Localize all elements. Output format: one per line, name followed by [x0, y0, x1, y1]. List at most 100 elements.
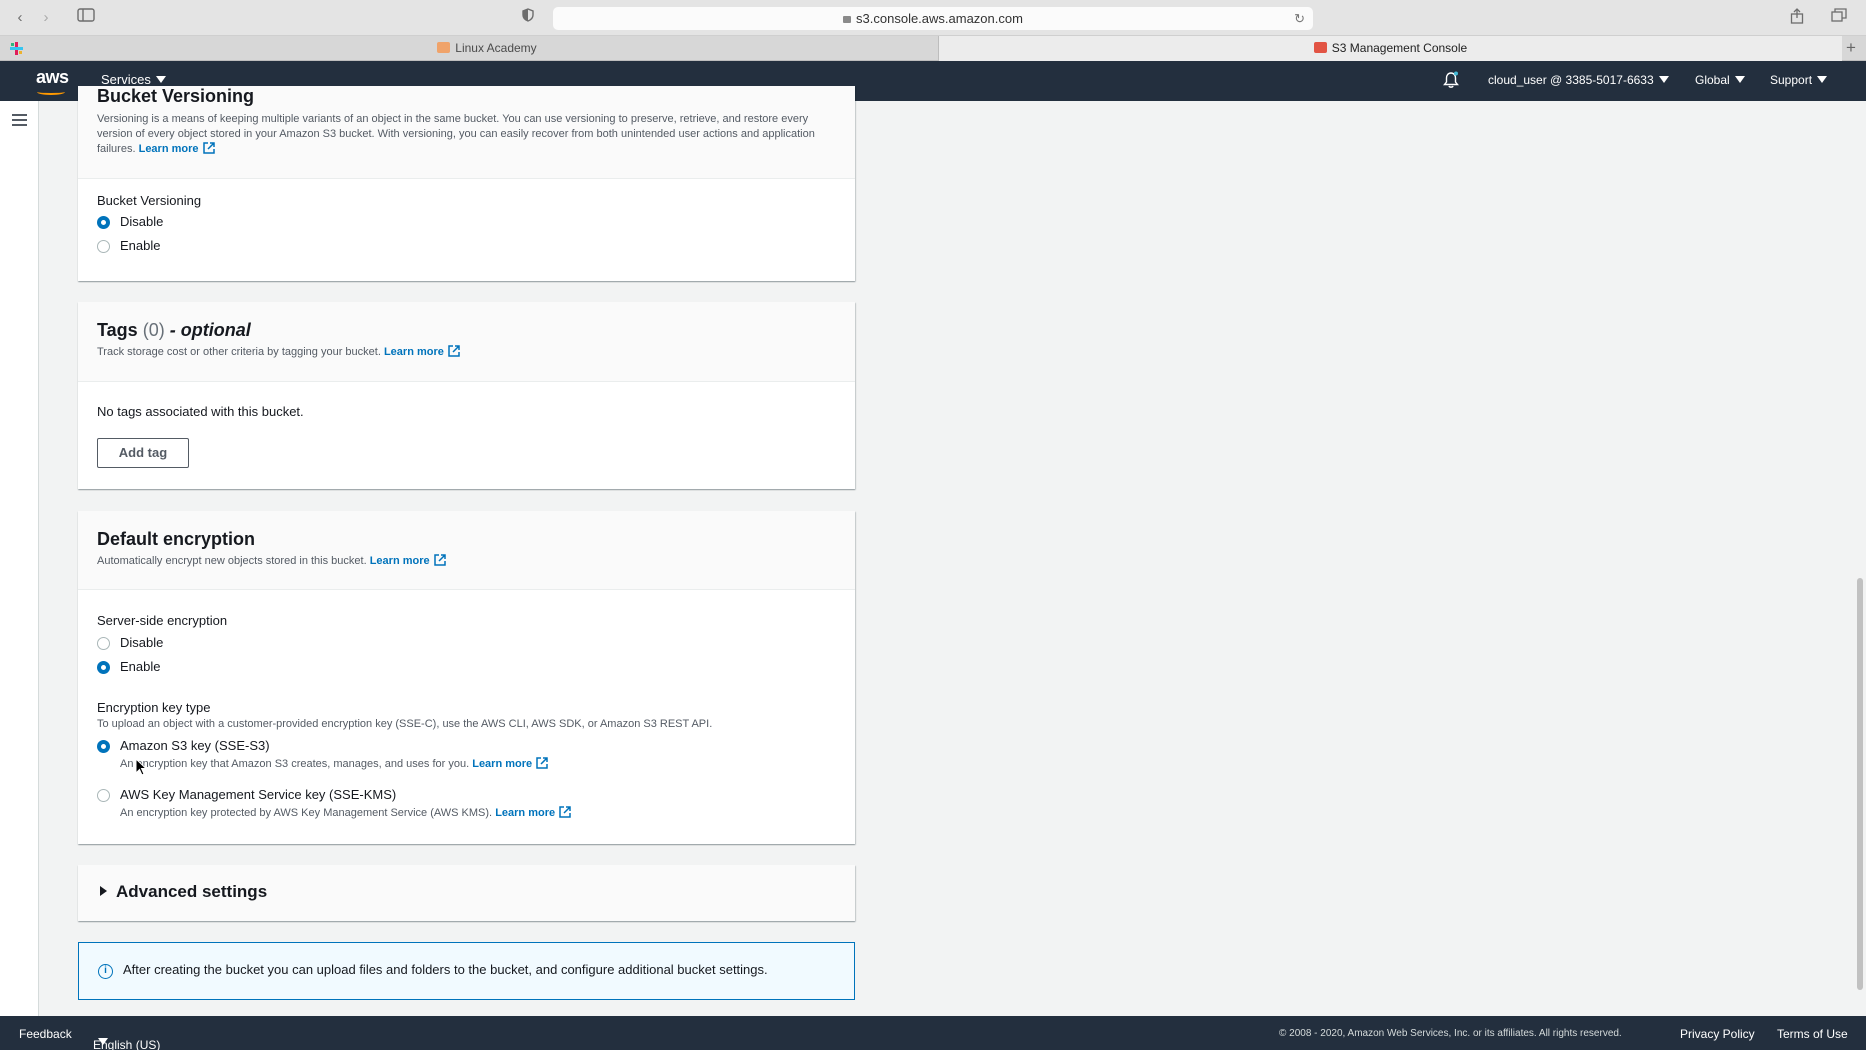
- slack-icon: [10, 42, 23, 55]
- external-link-icon[interactable]: [536, 757, 548, 769]
- panel-body: No tags associated with this bucket. Add…: [78, 382, 855, 489]
- section-description: Track storage cost or other criteria by …: [97, 345, 460, 360]
- radio-button[interactable]: [97, 240, 110, 253]
- panel-body: Bucket Versioning Disable Enable: [78, 179, 855, 281]
- learn-more-link[interactable]: Learn more: [472, 758, 532, 770]
- section-title: Default encryption: [97, 529, 256, 549]
- services-label: Services: [101, 72, 151, 87]
- tabs-overview-icon[interactable]: [1830, 8, 1848, 28]
- url-text: s3.console.aws.amazon.com: [856, 11, 1023, 26]
- left-rail: [0, 101, 39, 1016]
- privacy-policy-link[interactable]: Privacy Policy: [1680, 1027, 1755, 1041]
- external-link-icon[interactable]: [448, 345, 460, 357]
- account-menu[interactable]: cloud_user @ 3385-5017-6633: [1488, 73, 1669, 87]
- tab-label: S3 Management Console: [1331, 41, 1468, 55]
- advanced-settings-panel[interactable]: Advanced settings: [78, 865, 855, 921]
- tab-s3-console[interactable]: S3 Management Console: [939, 36, 1842, 61]
- option-label: AWS Key Management Service key (SSE-KMS): [120, 787, 397, 802]
- radio-button[interactable]: [97, 216, 110, 229]
- radio-button[interactable]: [97, 637, 110, 650]
- url-bar[interactable]: s3.console.aws.amazon.com ↻: [553, 7, 1313, 30]
- region-menu[interactable]: Global: [1695, 73, 1745, 87]
- share-icon[interactable]: [1788, 8, 1806, 28]
- optional-label: - optional: [169, 320, 251, 340]
- sse-field-label: Server-side encryption: [97, 613, 228, 628]
- aws-logo[interactable]: aws: [36, 67, 69, 95]
- key-type-label: Encryption key type: [97, 700, 211, 715]
- sse-kms-description: An encryption key protected by AWS Key M…: [120, 806, 571, 821]
- caret-right-icon[interactable]: [100, 886, 107, 896]
- tab-linux-academy[interactable]: Linux Academy: [36, 36, 939, 61]
- bell-icon[interactable]: [1443, 71, 1459, 89]
- option-label: Amazon S3 key (SSE-S3): [120, 738, 270, 753]
- versioning-field-label: Bucket Versioning: [97, 193, 202, 208]
- external-link-icon[interactable]: [433, 554, 446, 566]
- learn-more-link[interactable]: Learn more: [384, 346, 444, 358]
- section-title: Tags (0) - optional: [97, 320, 251, 341]
- external-link-icon[interactable]: [202, 142, 215, 154]
- tags-panel: Tags (0) - optional Track storage cost o…: [78, 302, 855, 489]
- sse-s3-description: An encryption key that Amazon S3 creates…: [120, 757, 548, 772]
- support-label: Support: [1770, 73, 1813, 87]
- linux-academy-icon: [437, 42, 451, 53]
- scrollbar-thumb[interactable]: [1857, 578, 1863, 990]
- mouse-pointer-icon: [135, 758, 147, 776]
- add-tag-button[interactable]: Add tag: [97, 438, 189, 468]
- learn-more-link[interactable]: Learn more: [495, 807, 555, 819]
- option-label: Enable: [120, 238, 161, 253]
- tags-count: (0): [142, 320, 165, 340]
- new-tab-icon[interactable]: +: [1846, 38, 1856, 58]
- radio-button[interactable]: [97, 661, 110, 674]
- s3-icon: [1313, 42, 1327, 53]
- key-type-description: To upload an object with a customer-prov…: [97, 718, 713, 730]
- option-description: An encryption key that Amazon S3 creates…: [120, 758, 470, 770]
- copyright-text: © 2008 - 2020, Amazon Web Services, Inc.…: [1279, 1028, 1622, 1039]
- caret-down-icon: [1817, 76, 1828, 83]
- external-link-icon[interactable]: [559, 806, 571, 818]
- option-label: Disable: [120, 214, 164, 229]
- learn-more-link[interactable]: Learn more: [139, 143, 199, 155]
- option-label: Disable: [120, 635, 164, 650]
- region-label: Global: [1695, 73, 1730, 87]
- tags-description: Track storage cost or other criteria by …: [97, 346, 381, 358]
- learn-more-link[interactable]: Learn more: [370, 555, 430, 567]
- services-menu[interactable]: Services: [101, 72, 166, 87]
- account-label: cloud_user @ 3385-5017-6633: [1488, 73, 1654, 87]
- option-description: An encryption key protected by AWS Key M…: [120, 807, 493, 819]
- sidebar-toggle-icon[interactable]: [76, 8, 96, 28]
- footer: Feedback English (US) © 2008 - 2020, Ama…: [0, 1016, 1866, 1050]
- reload-icon[interactable]: ↻: [1294, 7, 1305, 30]
- tab-strip: Linux Academy S3 Management Console +: [0, 36, 1866, 61]
- radio-button[interactable]: [97, 789, 110, 802]
- info-banner: i After creating the bucket you can uplo…: [78, 942, 855, 1000]
- panel-header: Tags (0) - optional Track storage cost o…: [78, 302, 855, 382]
- forward-icon[interactable]: ›: [38, 8, 54, 28]
- empty-tags-text: No tags associated with this bucket.: [97, 404, 304, 419]
- panel-header: Default encryption Automatically encrypt…: [78, 511, 855, 590]
- advanced-settings-title[interactable]: Advanced settings: [116, 882, 267, 902]
- encryption-description: Automatically encrypt new objects stored…: [97, 555, 367, 567]
- info-icon: i: [98, 964, 113, 979]
- default-encryption-panel: Default encryption Automatically encrypt…: [78, 511, 855, 844]
- panel-body: Server-side encryption Disable Enable En…: [78, 590, 855, 844]
- privacy-shield-icon[interactable]: [520, 8, 536, 28]
- radio-button[interactable]: [97, 740, 110, 753]
- section-description: Automatically encrypt new objects stored…: [97, 554, 446, 569]
- lock-icon: [843, 16, 852, 23]
- support-menu[interactable]: Support: [1770, 73, 1828, 87]
- tab-label: Linux Academy: [455, 41, 537, 55]
- back-icon[interactable]: ‹: [12, 8, 28, 28]
- feedback-link[interactable]: Feedback: [19, 1027, 72, 1041]
- caret-down-icon: [1734, 76, 1745, 83]
- caret-down-icon: [155, 76, 166, 83]
- section-title: Bucket Versioning: [97, 86, 255, 106]
- caret-down-icon: [1658, 76, 1669, 83]
- hamburger-menu-icon[interactable]: [12, 114, 27, 126]
- aws-logo-text: aws: [36, 67, 69, 87]
- browser-toolbar: ‹ › s3.console.aws.amazon.com ↻: [0, 0, 1866, 36]
- terms-of-use-link[interactable]: Terms of Use: [1777, 1027, 1848, 1041]
- bucket-versioning-panel: Bucket Versioning Versioning is a means …: [78, 86, 855, 281]
- section-description: Versioning is a means of keeping multipl…: [97, 112, 842, 157]
- option-label: Enable: [120, 659, 161, 674]
- info-banner-text: After creating the bucket you can upload…: [123, 962, 768, 977]
